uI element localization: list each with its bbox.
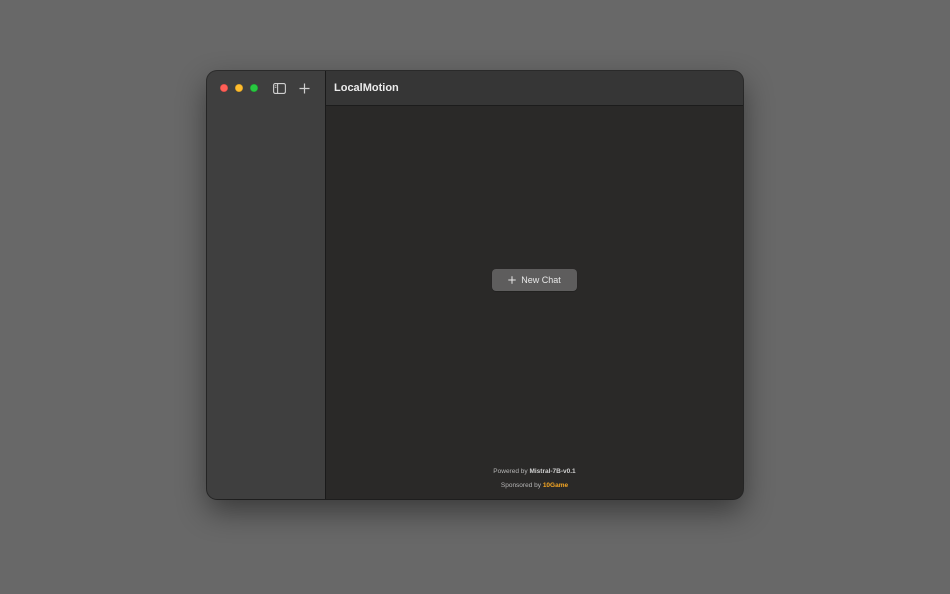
sidebar <box>207 71 326 499</box>
minimize-window-button[interactable] <box>235 84 243 92</box>
sponsor-link[interactable]: 10Game <box>543 482 568 489</box>
plus-icon <box>508 276 516 284</box>
window-controls <box>220 84 258 92</box>
window-title: LocalMotion <box>334 82 399 94</box>
footer: Powered by Mistral-7B-v0.1 Sponsored by … <box>326 465 743 493</box>
plus-icon <box>299 83 309 93</box>
title-bar: LocalMotion <box>326 71 743 106</box>
new-chat-toolbar-button[interactable] <box>296 80 312 96</box>
model-name: Mistral-7B-v0.1 <box>529 468 576 475</box>
sidebar-toggle-icon <box>272 82 286 94</box>
new-chat-label: New Chat <box>521 275 561 285</box>
sponsored-by-line: Sponsored by 10Game <box>326 479 743 493</box>
sidebar-toggle-button[interactable] <box>272 81 286 95</box>
main-content: LocalMotion New Chat Powered by Mistral-… <box>326 71 743 499</box>
powered-by-line: Powered by Mistral-7B-v0.1 <box>326 465 743 479</box>
powered-by-prefix: Powered by <box>493 468 528 475</box>
new-chat-button[interactable]: New Chat <box>492 269 577 291</box>
app-window: LocalMotion New Chat Powered by Mistral-… <box>207 71 743 499</box>
zoom-window-button[interactable] <box>250 84 258 92</box>
close-window-button[interactable] <box>220 84 228 92</box>
sponsored-by-prefix: Sponsored by <box>500 482 541 489</box>
